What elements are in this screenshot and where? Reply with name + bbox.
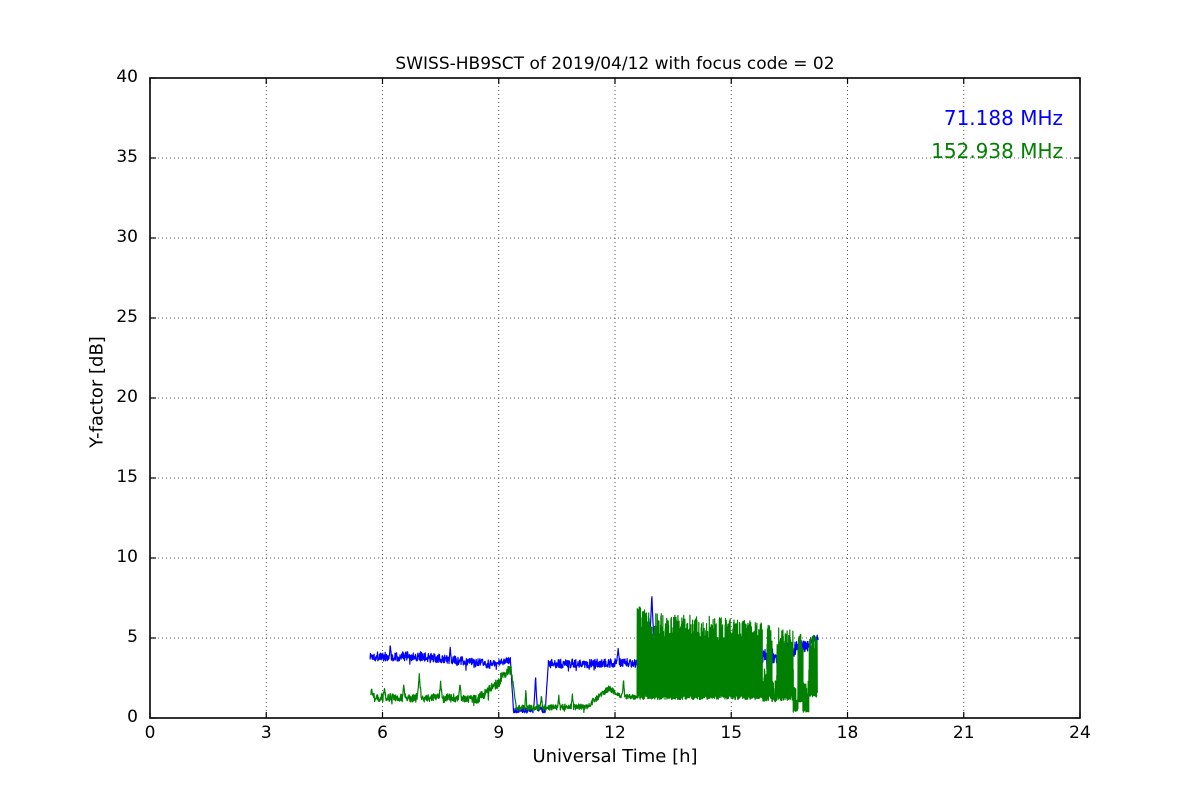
y-tick-label: 10 bbox=[116, 547, 138, 567]
y-tick-label: 15 bbox=[116, 467, 138, 487]
chart-title: SWISS-HB9SCT of 2019/04/12 with focus co… bbox=[395, 54, 835, 74]
x-axis-label: Universal Time [h] bbox=[532, 746, 698, 767]
legend-entry-152mhz: 152.938 MHz bbox=[931, 139, 1063, 163]
y-tick-label: 0 bbox=[127, 707, 138, 727]
x-tick-label: 21 bbox=[952, 723, 975, 743]
y-tick-label: 35 bbox=[116, 147, 138, 167]
x-tick-label: 12 bbox=[604, 723, 626, 743]
x-tick-label: 3 bbox=[260, 723, 272, 743]
y-tick-label: 40 bbox=[116, 67, 138, 87]
x-tick-label: 6 bbox=[377, 723, 388, 743]
x-tick-label: 15 bbox=[720, 723, 743, 743]
x-tick-label: 18 bbox=[836, 723, 859, 743]
legend-entry-71mhz: 71.188 MHz bbox=[943, 106, 1063, 130]
figure: SWISS-HB9SCT of 2019/04/12 with focus co… bbox=[0, 0, 1200, 800]
y-tick-label: 30 bbox=[116, 227, 138, 247]
y-tick-label: 20 bbox=[116, 387, 138, 407]
y-tick-label: 5 bbox=[127, 627, 138, 647]
x-tick-label: 9 bbox=[493, 723, 505, 743]
legend: 71.188 MHz 152.938 MHz bbox=[931, 102, 1063, 168]
y-tick-label: 25 bbox=[116, 307, 138, 327]
x-tick-label: 24 bbox=[1069, 723, 1091, 743]
